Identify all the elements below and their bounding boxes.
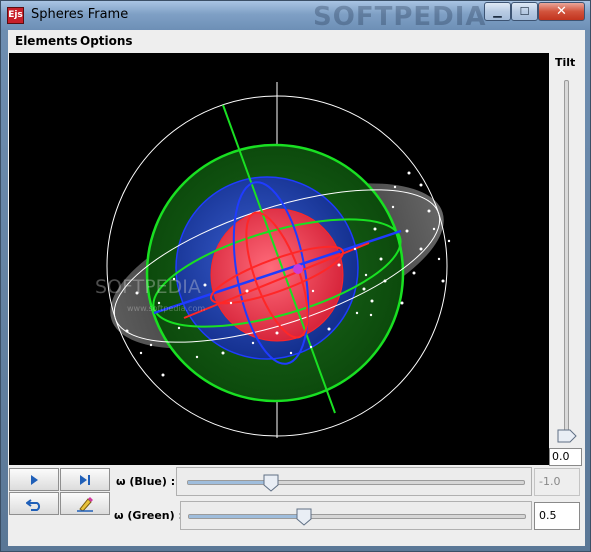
tilt-slider-track[interactable]: [564, 80, 569, 442]
canvas-watermark: SOFTPEDIA: [95, 276, 201, 298]
tilt-slider-thumb[interactable]: [557, 429, 577, 443]
maximize-button[interactable]: ☐: [511, 2, 538, 21]
app-window: Ejs Spheres Frame SOFTPEDIA ▁ ☐ ✕ Elemen…: [0, 0, 591, 552]
omega-blue-track[interactable]: [187, 480, 525, 485]
omega-green-track[interactable]: [188, 514, 526, 519]
omega-blue-thumb[interactable]: [263, 474, 279, 492]
minimize-button[interactable]: ▁: [484, 2, 511, 21]
step-forward-button[interactable]: [60, 468, 110, 491]
client-area: Elements Options SOFTPEDIA www.softpedia…: [8, 30, 585, 546]
center-point: [293, 264, 303, 274]
menu-bar: Elements Options: [8, 30, 585, 52]
omega-green-value[interactable]: 0.5: [534, 502, 580, 530]
control-panel: ω (Blue) : -1.0 ω (Green) : 0.5: [8, 467, 585, 546]
reset-button[interactable]: [9, 492, 59, 515]
omega-blue-slider[interactable]: [176, 467, 532, 496]
tilt-value-field[interactable]: 0.0: [549, 448, 582, 466]
reset-icon: [26, 498, 41, 511]
omega-blue-value: -1.0: [534, 468, 580, 496]
play-icon: [31, 474, 38, 485]
3d-drawing-panel[interactable]: SOFTPEDIA www.softpedia.com: [9, 53, 549, 465]
softpedia-watermark: SOFTPEDIA: [313, 2, 487, 32]
clear-trail-button[interactable]: [60, 492, 110, 515]
menu-options[interactable]: Options: [80, 34, 133, 48]
omega-blue-fill: [188, 481, 272, 484]
spheres-scene: SOFTPEDIA www.softpedia.com: [95, 82, 451, 438]
omega-green-thumb[interactable]: [296, 508, 312, 526]
omega-blue-label: ω (Blue) :: [116, 475, 176, 488]
omega-green-slider[interactable]: [180, 501, 532, 530]
omega-green-label: ω (Green) :: [114, 509, 183, 522]
ejs-app-icon: Ejs: [7, 7, 24, 24]
tilt-panel: Tilt 0.0: [549, 53, 585, 468]
minimize-icon: ▁: [493, 5, 502, 18]
close-icon: ✕: [556, 4, 567, 19]
clear-trail-icon: [77, 496, 93, 512]
tilt-label: Tilt: [555, 56, 576, 69]
title-bar[interactable]: Ejs Spheres Frame SOFTPEDIA ▁ ☐ ✕: [1, 1, 590, 32]
window-title: Spheres Frame: [31, 7, 129, 22]
omega-green-fill: [189, 515, 304, 518]
play-button[interactable]: [9, 468, 59, 491]
maximize-icon: ☐: [519, 5, 530, 18]
step-forward-icon: [80, 474, 90, 485]
close-button[interactable]: ✕: [538, 2, 585, 21]
menu-elements[interactable]: Elements: [15, 34, 78, 48]
canvas-watermark-url: www.softpedia.com: [127, 304, 205, 313]
